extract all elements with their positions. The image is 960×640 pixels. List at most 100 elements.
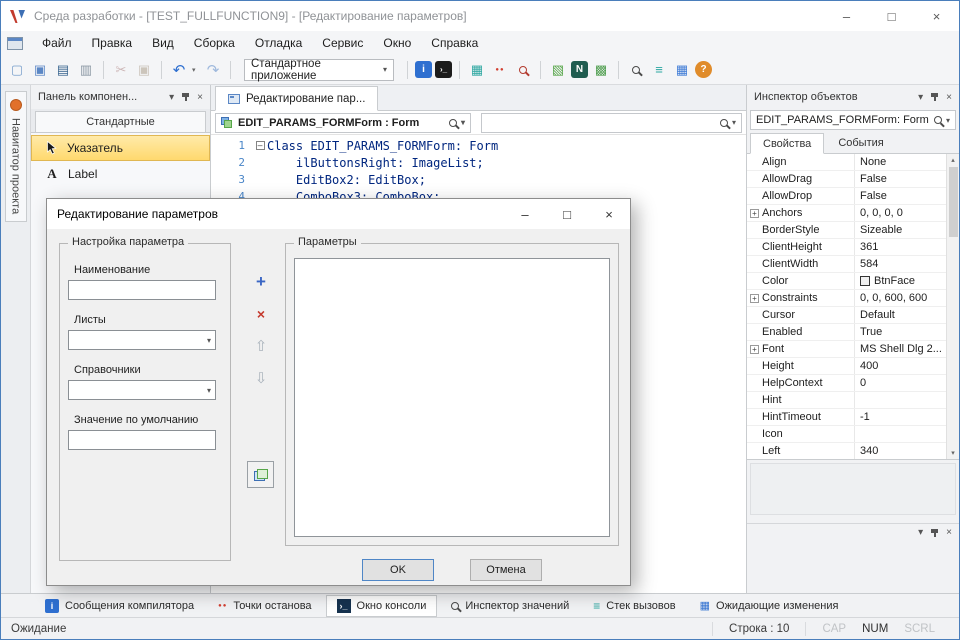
tab-compiler-messages[interactable]: i Сообщения компилятора — [35, 595, 204, 617]
pending-changes-icon[interactable]: ▦ — [672, 60, 692, 80]
sheets-select[interactable]: ▾ — [68, 330, 216, 350]
property-value[interactable] — [854, 426, 959, 442]
menu-tools[interactable]: Сервис — [313, 33, 372, 53]
default-value-input[interactable] — [68, 430, 216, 450]
tab-value-inspector[interactable]: Инспектор значений — [441, 595, 579, 617]
scroll-down-icon[interactable]: ▾ — [951, 447, 955, 459]
window-icon[interactable] — [7, 37, 23, 50]
call-stack-icon[interactable]: ≡ — [649, 60, 669, 80]
refs-select[interactable]: ▾ — [68, 380, 216, 400]
menu-edit[interactable]: Правка — [83, 33, 142, 53]
tab-pending-changes[interactable]: ▦ Ожидающие изменения — [690, 595, 849, 617]
add-param-button[interactable]: + — [250, 272, 272, 292]
components-icon[interactable]: ▦ — [467, 60, 487, 80]
undo-icon[interactable]: ↶ — [169, 60, 189, 80]
dialog-maximize-button[interactable]: □ — [546, 199, 588, 229]
property-value[interactable]: 0, 0, 0, 0 — [854, 205, 959, 221]
fold-toggle[interactable]: – — [253, 141, 267, 150]
property-value[interactable]: BtnFace — [854, 273, 959, 289]
package-icon[interactable]: ▩ — [591, 60, 611, 80]
close-icon[interactable]: × — [197, 92, 203, 103]
form-designer-icon[interactable]: ▧ — [548, 60, 568, 80]
property-value[interactable]: Sizeable — [854, 222, 959, 238]
params-list[interactable] — [294, 258, 610, 537]
menu-window[interactable]: Окно — [374, 33, 420, 53]
console-icon[interactable]: ›_ — [435, 61, 452, 78]
menu-help[interactable]: Справка — [422, 33, 487, 53]
help-icon[interactable]: ? — [695, 61, 712, 78]
tab-properties[interactable]: Свойства — [750, 133, 824, 154]
property-value[interactable]: None — [854, 154, 959, 170]
watch-icon[interactable] — [513, 60, 533, 80]
chevron-down-icon[interactable]: ▾ — [192, 66, 200, 74]
expand-toggle[interactable]: + — [747, 209, 762, 218]
property-value[interactable]: 0, 0, 600, 600 — [854, 290, 959, 306]
dialog-titlebar[interactable]: Редактирование параметров – □ × — [47, 199, 630, 229]
dialog-close-button[interactable]: × — [588, 199, 630, 229]
pin-icon[interactable] — [930, 528, 939, 538]
inspector-scrollbar[interactable]: ▴ ▾ — [946, 154, 959, 459]
profile-select[interactable]: Стандартное приложение ▾ — [244, 59, 394, 81]
redo-icon[interactable]: ↷ — [203, 60, 223, 80]
expand-toggle[interactable]: + — [747, 345, 762, 354]
tab-edit-params-document[interactable]: Редактирование пар... — [215, 86, 378, 111]
save-all-icon[interactable]: ▤ — [53, 60, 73, 80]
menu-view[interactable]: Вид — [143, 33, 183, 53]
close-button[interactable]: × — [914, 1, 959, 31]
chevron-down-icon[interactable]: ▾ — [918, 527, 923, 538]
editor-search-input[interactable]: ▾ — [481, 113, 742, 133]
menu-debug[interactable]: Отладка — [246, 33, 311, 53]
dialog-minimize-button[interactable]: – — [504, 199, 546, 229]
breakpoints-icon[interactable]: ●● — [490, 60, 510, 80]
scroll-up-icon[interactable]: ▴ — [951, 154, 955, 166]
info-icon[interactable]: i — [415, 61, 432, 78]
copy-icon[interactable]: ▣ — [134, 60, 154, 80]
property-value[interactable]: 340 — [854, 443, 959, 459]
delete-param-button[interactable]: × — [250, 304, 272, 324]
move-up-button[interactable]: ⇧ — [250, 336, 272, 356]
property-value[interactable]: False — [854, 171, 959, 187]
tab-console-window[interactable]: ›_ Окно консоли — [326, 595, 438, 617]
cancel-button[interactable]: Отмена — [470, 559, 542, 581]
move-down-button[interactable]: ⇩ — [250, 368, 272, 388]
property-value[interactable]: False — [854, 188, 959, 204]
property-value[interactable]: True — [854, 324, 959, 340]
ok-button[interactable]: OK — [362, 559, 434, 581]
menu-file[interactable]: Файл — [33, 33, 81, 53]
property-value[interactable]: 584 — [854, 256, 959, 272]
close-icon[interactable]: × — [946, 527, 952, 538]
maximize-button[interactable]: □ — [869, 1, 914, 31]
name-input[interactable] — [68, 280, 216, 300]
chevron-down-icon[interactable]: ▾ — [169, 92, 174, 103]
tab-standard[interactable]: Стандартные — [35, 111, 206, 132]
image-button[interactable] — [247, 461, 274, 488]
tab-breakpoints[interactable]: ●● Точки останова — [208, 595, 321, 617]
component-item-pointer[interactable]: Указатель — [31, 135, 210, 161]
property-value[interactable]: 400 — [854, 358, 959, 374]
tab-events[interactable]: События — [826, 133, 895, 153]
property-value[interactable]: 0 — [854, 375, 959, 391]
member-navigator-combo[interactable]: EDIT_PARAMS_FORMForm : Form ▾ — [215, 113, 471, 133]
tab-call-stack[interactable]: ≡ Стек вызовов — [583, 595, 685, 617]
inspector-object-combo[interactable]: EDIT_PARAMS_FORMForm: Form ▾ — [750, 110, 956, 130]
property-value[interactable]: Default — [854, 307, 959, 323]
save-icon[interactable]: ▣ — [30, 60, 50, 80]
close-icon[interactable]: × — [946, 92, 952, 103]
cut-icon[interactable]: ✂ — [111, 60, 131, 80]
project-navigator-tab[interactable]: Навигатор проекта — [5, 91, 27, 222]
component-item-label-control[interactable]: A Label — [31, 161, 210, 187]
menu-build[interactable]: Сборка — [185, 33, 244, 53]
property-value[interactable]: MS Shell Dlg 2... — [854, 341, 959, 357]
expand-toggle[interactable]: + — [747, 294, 762, 303]
print-icon[interactable]: ▥ — [76, 60, 96, 80]
find-icon[interactable] — [626, 60, 646, 80]
minimize-button[interactable]: – — [824, 1, 869, 31]
new-file-icon[interactable]: ▢ — [7, 60, 27, 80]
pin-icon[interactable] — [930, 92, 939, 102]
chevron-down-icon[interactable]: ▾ — [918, 92, 923, 103]
dotnet-icon[interactable]: N — [571, 61, 588, 78]
property-value[interactable]: 361 — [854, 239, 959, 255]
pin-icon[interactable] — [181, 92, 190, 102]
property-value[interactable]: -1 — [854, 409, 959, 425]
property-value[interactable] — [854, 392, 959, 408]
